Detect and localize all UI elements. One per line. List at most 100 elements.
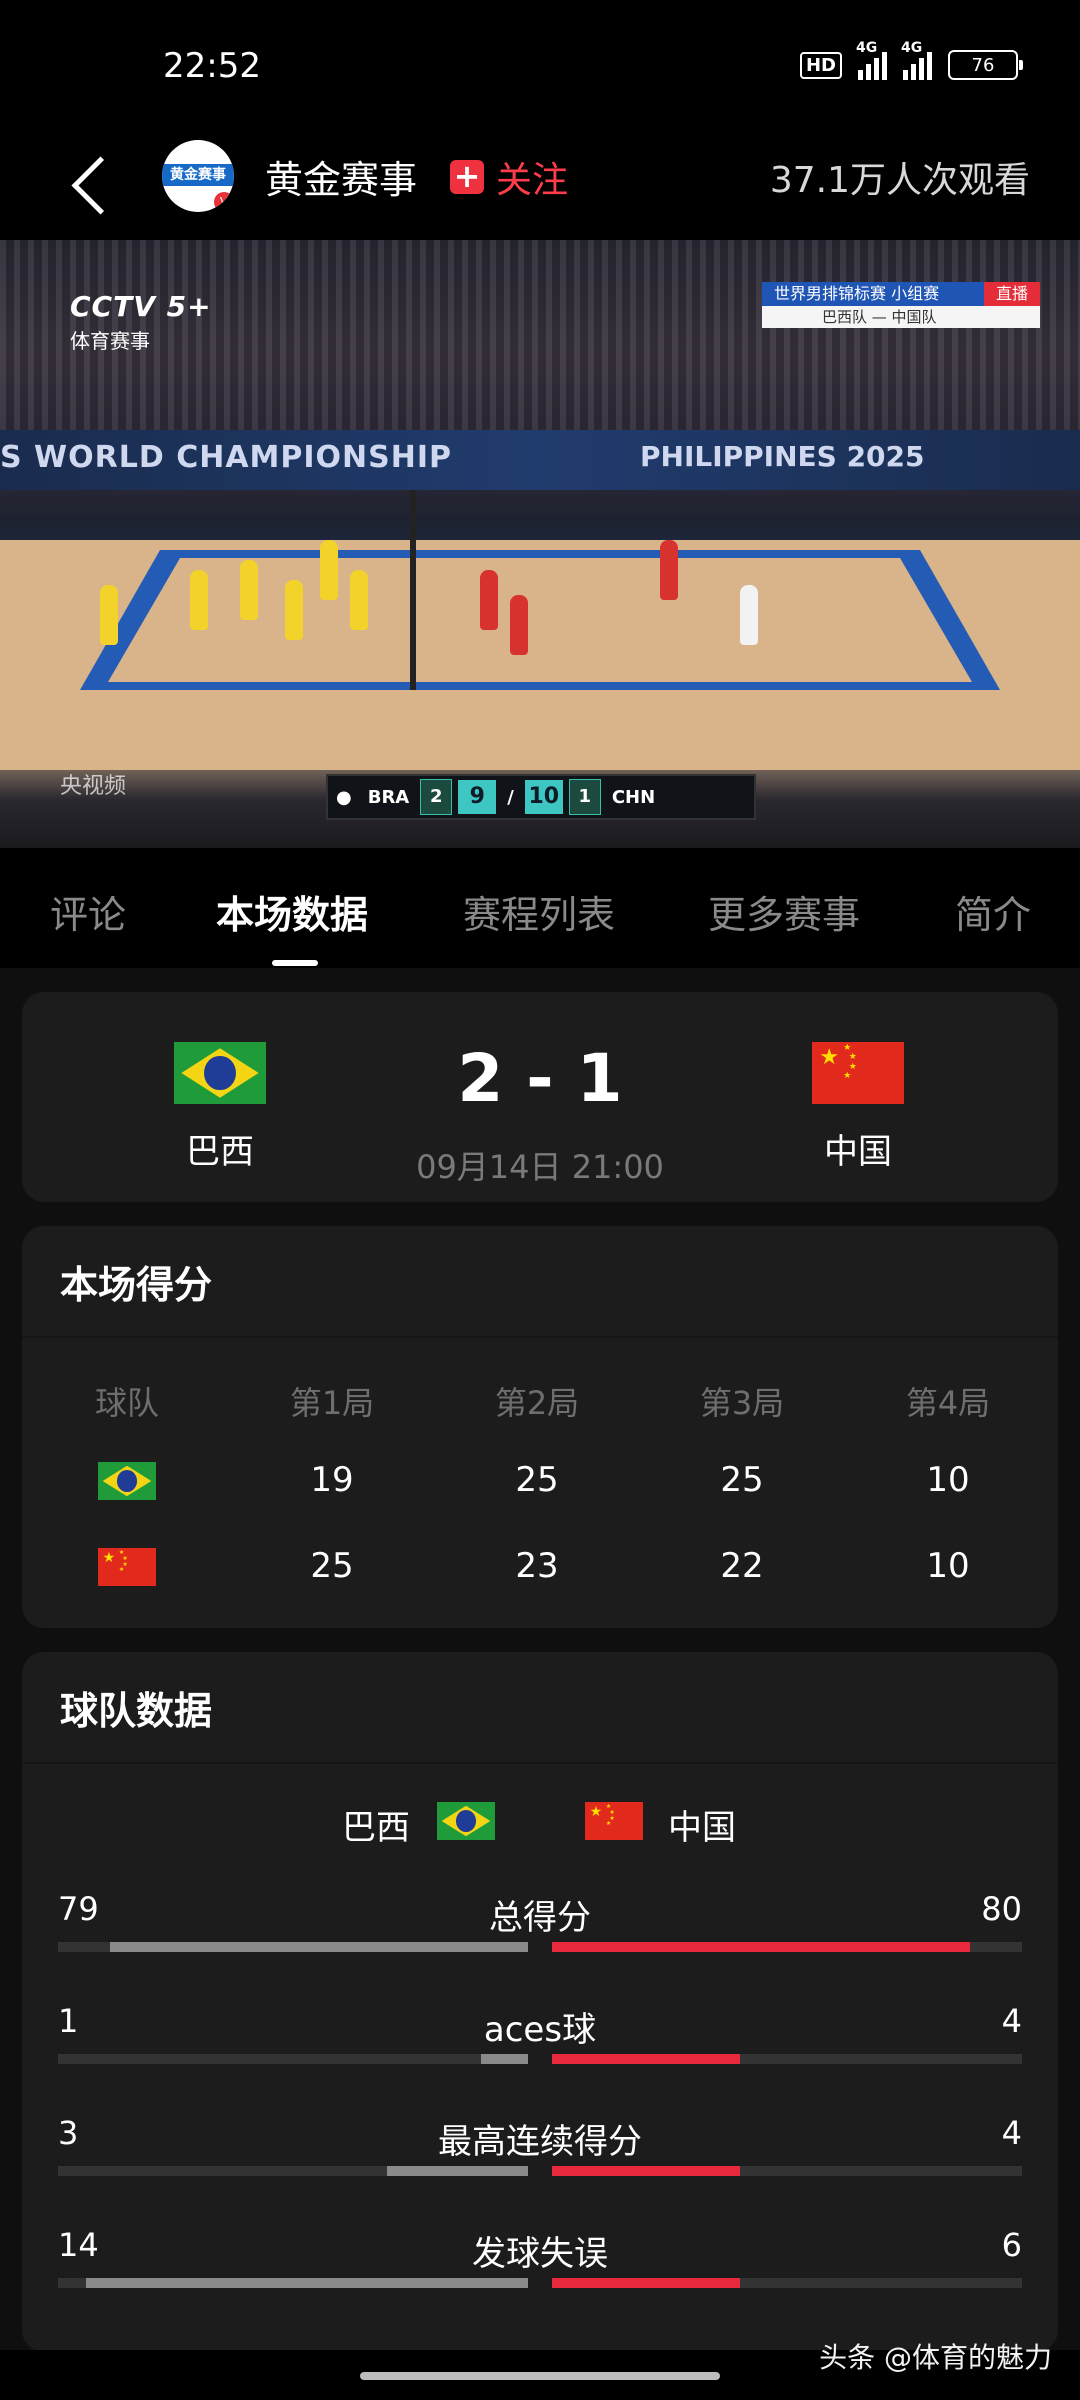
arena-banner: S WORLD CHAMPIONSHIP PHILIPPINES 2025 — [0, 430, 1080, 490]
stat-home-value: 79 — [58, 1890, 99, 1928]
away-set2: 23 — [515, 1546, 559, 1586]
tab-match-data[interactable]: 本场数据 — [216, 884, 368, 939]
stat-home-bar — [58, 1942, 528, 1952]
away-set3: 22 — [720, 1546, 764, 1586]
home-set3: 25 — [720, 1460, 764, 1500]
scorebug-separator-icon: / — [507, 786, 514, 808]
battery-icon: 76 — [948, 50, 1023, 80]
live-badge: 直播 — [983, 282, 1040, 306]
china-flag-icon: ★ ★ ★ ★ ★ — [812, 1042, 904, 1104]
stat-home-value: 3 — [58, 2114, 79, 2152]
stat-home-bar — [58, 2166, 528, 2176]
follow-label: 关注 — [496, 160, 569, 201]
away-set1: 25 — [310, 1546, 354, 1586]
verified-icon: V — [214, 192, 234, 212]
video-watermark: 央视频 — [60, 774, 127, 799]
status-time: 22:52 — [163, 46, 261, 86]
page-header: 黄金赛事 V 黄金赛事 + 关注 37.1万人次观看 — [0, 135, 1080, 240]
home-set1: 19 — [310, 1460, 354, 1500]
live-caption: 世界男排锦标赛 小组赛 直播 巴西队 — 中国队 — [762, 282, 1040, 328]
stat-away-bar-fill — [552, 2166, 740, 2176]
stat-away-value: 6 — [1001, 2226, 1022, 2264]
stat-label: aces球 — [483, 2010, 597, 2050]
player — [190, 570, 208, 630]
follow-button[interactable]: + 关注 — [450, 151, 568, 203]
stat-away-bar — [552, 2278, 1022, 2288]
stat-away-bar — [552, 2054, 1022, 2064]
scorebug-away-sets: 1 — [568, 779, 601, 815]
stat-away-bar-fill — [552, 2054, 740, 2064]
home-set2: 25 — [515, 1460, 559, 1500]
net-post — [410, 490, 416, 690]
home-indicator[interactable] — [360, 2372, 720, 2380]
viewer-count: 37.1万人次观看 — [769, 160, 1030, 201]
away-team-name: 中国 — [824, 1132, 892, 1172]
status-bar: 22:52 HD 4G 4G 76 — [0, 0, 1080, 135]
stat-home-bar — [58, 2278, 528, 2288]
channel-name[interactable]: 黄金赛事 — [265, 149, 417, 204]
player — [740, 585, 758, 645]
scorebug-away-points: 10 — [524, 780, 563, 814]
tab-schedule[interactable]: 赛程列表 — [463, 884, 615, 939]
stat-away-bar-fill — [552, 2278, 740, 2288]
tab-bar: 评论 本场数据 赛程列表 更多赛事 简介 — [0, 848, 1080, 968]
set-scores-card: 本场得分 球队 第1局 第2局 第3局 第4局 19 25 25 10 ★ ★ ★ ★… — [22, 1226, 1058, 1628]
stat-home-value: 1 — [58, 2002, 79, 2040]
stat-home-bar-fill — [481, 2054, 528, 2064]
home-team-label: 巴西 — [342, 1808, 410, 1848]
china-flag-icon: ★ ★ ★ ★ ★ — [98, 1548, 156, 1586]
brazil-flag-icon — [98, 1462, 156, 1500]
player — [100, 585, 118, 645]
stat-home-bar-fill — [110, 1942, 528, 1952]
player — [240, 560, 258, 620]
col-header-team: 球队 — [94, 1384, 159, 1422]
tab-intro[interactable]: 简介 — [955, 884, 1031, 939]
plus-icon: + — [450, 160, 484, 194]
stat-home-bar-fill — [387, 2166, 528, 2176]
scorebug: ● BRA 2 9 / 10 1 CHN — [326, 774, 756, 820]
col-header-set1: 第1局 — [289, 1384, 375, 1422]
court-inner — [108, 558, 972, 682]
player — [350, 570, 368, 630]
scorebug-home-points: 9 — [458, 780, 497, 814]
back-icon[interactable] — [62, 145, 122, 225]
video-player[interactable]: S WORLD CHAMPIONSHIP PHILIPPINES 2025 CC… — [0, 240, 1080, 848]
tab-indicator — [272, 960, 318, 966]
away-set4: 10 — [926, 1546, 970, 1586]
scorebug-home-sets: 2 — [420, 779, 453, 815]
stat-home-bar — [58, 2054, 528, 2064]
stat-away-bar-fill — [552, 1942, 970, 1952]
player — [285, 580, 303, 640]
scorebug-ball-icon: ● — [336, 786, 352, 808]
stat-home-bar-fill — [86, 2278, 528, 2288]
source-watermark: 头条 @体育的魅力 — [819, 2341, 1052, 2374]
channel-avatar[interactable]: 黄金赛事 V — [162, 140, 234, 212]
match-data-panel: 巴西 2 - 1 09月14日 21:00 ★ ★ ★ ★ ★ 中国 本场得分 球队 第… — [0, 968, 1080, 2352]
stat-away-bar — [552, 1942, 1022, 1952]
stat-away-value: 4 — [1001, 2114, 1022, 2152]
player — [320, 540, 338, 600]
signal-icon: 4G — [856, 40, 887, 80]
player — [510, 595, 528, 655]
stat-label: 最高连续得分 — [438, 2122, 642, 2162]
stat-label: 发球失误 — [472, 2234, 608, 2274]
stat-away-bar — [552, 2166, 1022, 2176]
signal-icon-2: 4G — [901, 40, 932, 80]
col-header-set3: 第3局 — [699, 1384, 785, 1422]
home-set4: 10 — [926, 1460, 970, 1500]
tab-more-events[interactable]: 更多赛事 — [708, 884, 860, 939]
status-icons: HD 4G 4G 76 — [799, 40, 1023, 80]
stat-away-value: 4 — [1001, 2002, 1022, 2040]
hd-icon: HD — [799, 51, 842, 79]
brazil-flag-icon — [437, 1802, 495, 1840]
china-flag-icon: ★ ★ ★ ★ ★ — [585, 1802, 643, 1840]
team-stats-card: 球队数据 巴西 ★ ★ ★ ★ ★ 中国 总得分 79 80 aces球 1 4 最高连续得分 3 4 发… — [22, 1652, 1058, 2352]
away-team-label: 中国 — [668, 1808, 736, 1848]
set-scores-title: 本场得分 — [60, 1263, 213, 1307]
tab-comments[interactable]: 评论 — [50, 884, 126, 939]
stat-home-value: 14 — [58, 2226, 99, 2264]
team-stats-title: 球队数据 — [60, 1689, 213, 1733]
stat-label: 总得分 — [489, 1898, 591, 1938]
player — [660, 540, 678, 600]
divider — [22, 1762, 1058, 1764]
